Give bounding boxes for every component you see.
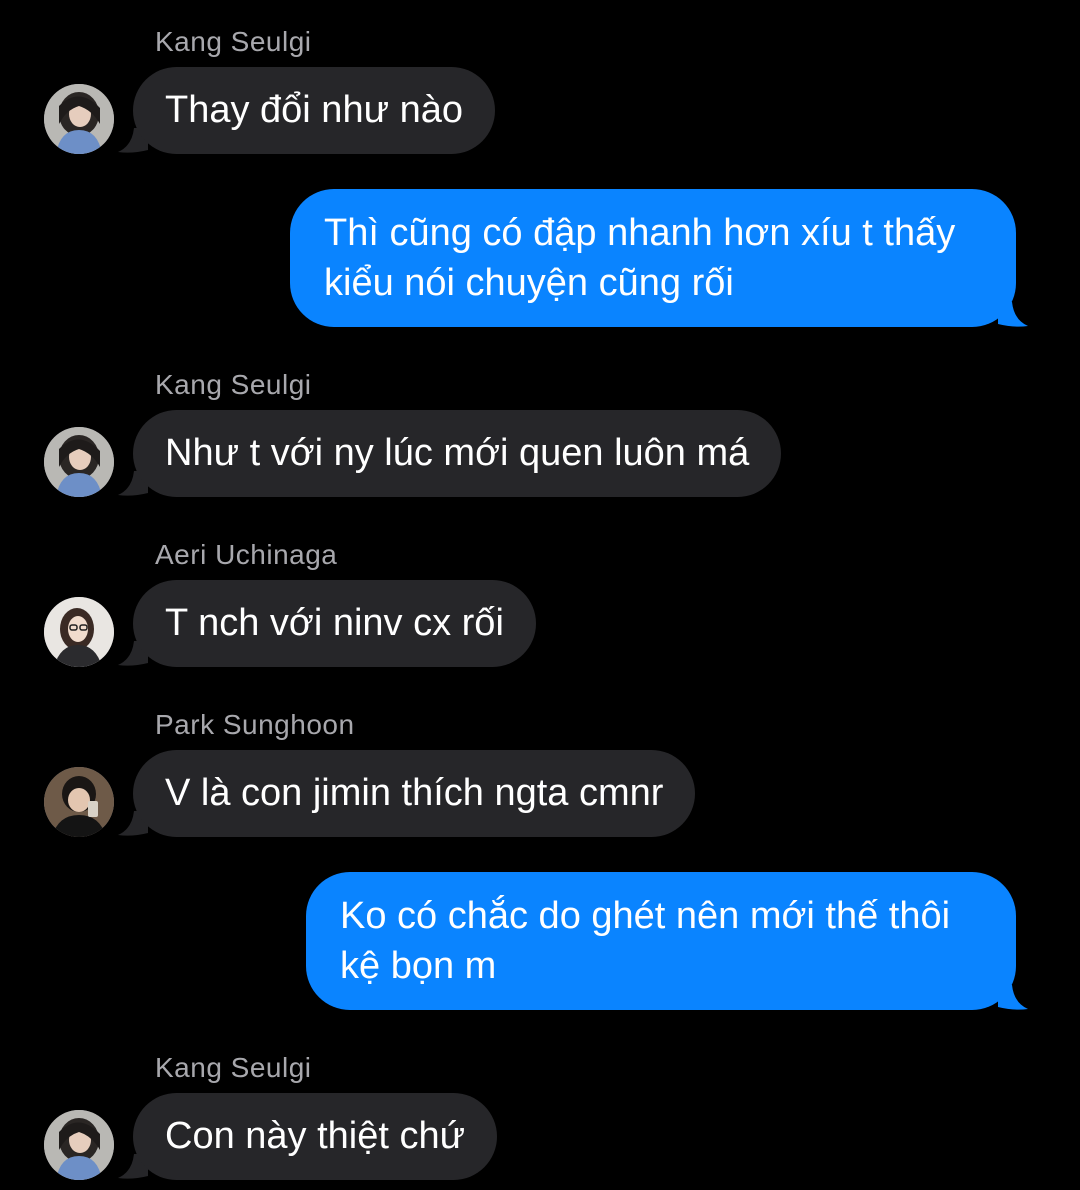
sender-name: Kang Seulgi	[155, 26, 312, 57]
message-text: V là con jimin thích ngta cmnr	[165, 772, 664, 814]
incoming-message-bubble[interactable]: Như t với ny lúc mới quen luôn má	[133, 410, 782, 497]
kang-seulgi-avatar-icon[interactable]	[44, 1110, 114, 1180]
message-text: Như t với ny lúc mới quen luôn má	[165, 432, 750, 474]
message-text: Ko có chắc do ghét nên mới thế thôi kệ b…	[340, 895, 951, 987]
kang-seulgi-avatar-icon[interactable]	[44, 84, 114, 154]
message-text: T nch với ninv cx rối	[165, 602, 504, 644]
outgoing-message-bubble[interactable]: Ko có chắc do ghét nên mới thế thôi kệ b…	[306, 872, 1016, 1010]
incoming-message-bubble[interactable]: Thay đổi như nào	[133, 67, 495, 154]
sender-name: Kang Seulgi	[155, 369, 312, 400]
incoming-message-bubble[interactable]: V là con jimin thích ngta cmnr	[133, 750, 696, 837]
incoming-message-bubble[interactable]: Con này thiệt chứ	[133, 1093, 498, 1180]
outgoing-message-bubble[interactable]: Thì cũng có đập nhanh hơn xíu t thấy kiể…	[290, 189, 1016, 327]
message-text: Thay đổi như nào	[165, 89, 463, 131]
kang-seulgi-avatar-icon[interactable]	[44, 427, 114, 497]
sender-name: Park Sunghoon	[155, 709, 355, 740]
message-text: Thì cũng có đập nhanh hơn xíu t thấy kiể…	[324, 212, 956, 304]
aeri-uchinaga-avatar-icon[interactable]	[44, 597, 114, 667]
sender-name: Aeri Uchinaga	[155, 539, 338, 570]
sender-name: Kang Seulgi	[155, 1052, 312, 1083]
outgoing-tail	[998, 985, 1028, 1010]
outgoing-tail	[998, 302, 1028, 327]
message-text: Con này thiệt chứ	[165, 1115, 466, 1157]
park-sunghoon-avatar-icon[interactable]	[44, 767, 114, 837]
incoming-message-bubble[interactable]: T nch với ninv cx rối	[133, 580, 536, 667]
